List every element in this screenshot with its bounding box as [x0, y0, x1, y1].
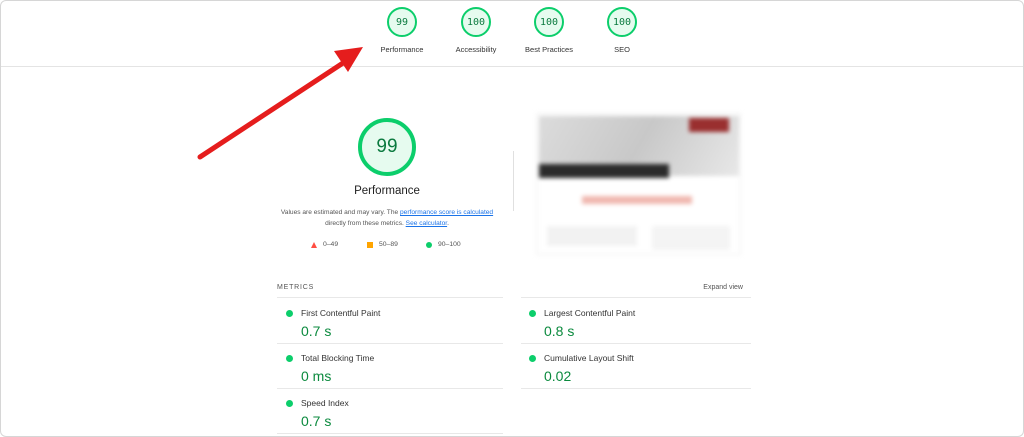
- pass-dot-icon: [286, 310, 293, 317]
- legend-fail-label: 0–49: [323, 241, 339, 248]
- expand-view-button[interactable]: Expand view: [661, 284, 743, 291]
- page-screenshot-thumbnail[interactable]: [536, 113, 741, 255]
- note-text-prefix: Values are estimated and may vary. The: [280, 209, 401, 216]
- legend-pass-label: 90–100: [438, 241, 461, 248]
- pass-dot-icon: [286, 355, 293, 362]
- note-text-suffix: .: [447, 220, 449, 227]
- performance-score-gauge: 99: [358, 118, 416, 176]
- performance-title: Performance: [354, 185, 420, 197]
- metric-name: Total Blocking Time: [301, 353, 375, 363]
- divider: [521, 297, 751, 298]
- metric-speed-index: Speed Index 0.7 s: [277, 392, 497, 432]
- preview-divider: [513, 151, 514, 211]
- performance-score-link[interactable]: performance score is calculated: [400, 209, 493, 216]
- thumbnail-button: [689, 118, 729, 132]
- annotation-arrow-icon: [197, 47, 363, 160]
- score-note: Values are estimated and may vary. The p…: [277, 207, 497, 229]
- metric-value: 0 ms: [301, 368, 332, 384]
- divider: [521, 343, 751, 344]
- pass-dot-icon: [529, 310, 536, 317]
- pass-dot-icon: [529, 355, 536, 362]
- divider: [277, 433, 503, 434]
- legend-average-label: 50–89: [379, 241, 398, 248]
- metric-name: Largest Contentful Paint: [544, 308, 636, 318]
- note-text-middle: directly from these metrics.: [325, 220, 406, 227]
- divider: [277, 388, 503, 389]
- metric-value: 0.8 s: [544, 323, 575, 339]
- thumbnail-banner: [539, 164, 669, 178]
- metric-cumulative-layout-shift: Cumulative Layout Shift 0.02: [520, 347, 740, 387]
- legend-fail: 0–49: [311, 241, 338, 248]
- metrics-heading: METRICS: [277, 284, 315, 291]
- divider: [277, 297, 503, 298]
- circle-icon: [426, 241, 432, 248]
- metric-first-contentful-paint: First Contentful Paint 0.7 s: [277, 302, 497, 342]
- legend-pass: 90–100: [426, 241, 461, 248]
- metric-name: First Contentful Paint: [301, 308, 381, 318]
- metric-total-blocking-time: Total Blocking Time 0 ms: [277, 347, 497, 387]
- divider: [277, 343, 503, 344]
- square-icon: [367, 241, 373, 248]
- metric-value: 0.7 s: [301, 323, 332, 339]
- metric-value: 0.02: [544, 368, 572, 384]
- pass-dot-icon: [286, 400, 293, 407]
- thumbnail-box: [547, 226, 637, 246]
- divider: [521, 388, 751, 389]
- metric-largest-contentful-paint: Largest Contentful Paint 0.8 s: [520, 302, 740, 342]
- thumbnail-text: [582, 196, 692, 204]
- see-calculator-link[interactable]: See calculator: [406, 220, 447, 227]
- legend-average: 50–89: [367, 241, 398, 248]
- thumbnail-box: [652, 226, 730, 250]
- report-frame: 99 Performance 100 Accessibility 100 Bes…: [0, 0, 1024, 437]
- metric-value: 0.7 s: [301, 413, 332, 429]
- metric-name: Cumulative Layout Shift: [544, 353, 634, 363]
- metric-name: Speed Index: [301, 398, 349, 408]
- triangle-icon: [311, 241, 317, 248]
